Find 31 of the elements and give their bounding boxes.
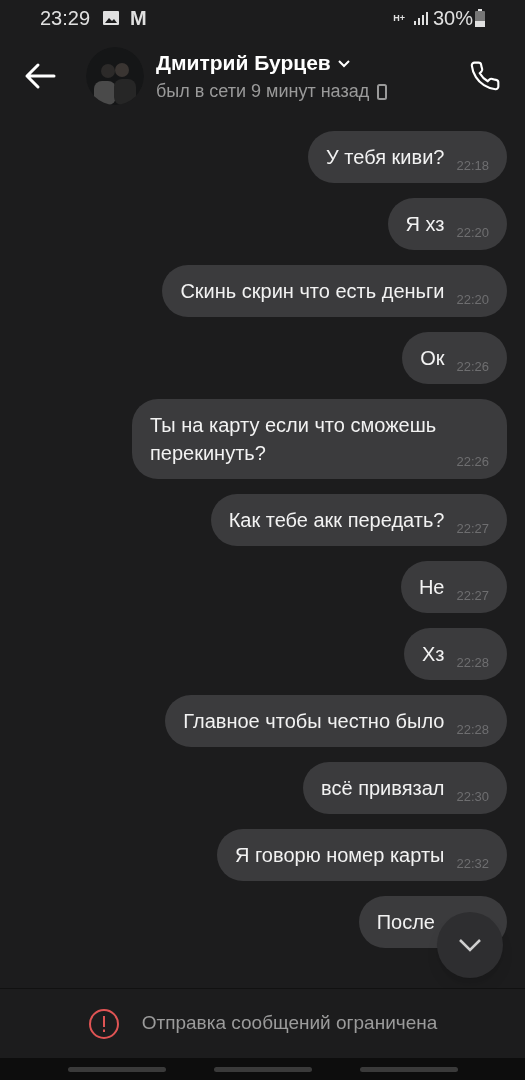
phone-device-icon bbox=[377, 83, 388, 100]
message-text: Ок bbox=[420, 346, 445, 371]
image-icon bbox=[102, 10, 121, 26]
phone-icon[interactable] bbox=[469, 60, 501, 92]
notification-letter: M bbox=[130, 6, 147, 31]
message-text: Я хз bbox=[405, 212, 445, 237]
chevron-down-icon[interactable] bbox=[336, 57, 351, 68]
status-time: 23:29 bbox=[40, 6, 91, 31]
nav-bar-handle[interactable] bbox=[213, 1066, 312, 1072]
battery-percent: 30% bbox=[432, 6, 473, 31]
contact-name[interactable]: Дмитрий Бурцев bbox=[156, 46, 331, 79]
nav-bar-handle[interactable] bbox=[359, 1066, 458, 1072]
message-text: всё привязал bbox=[321, 776, 445, 801]
chevron-down-icon bbox=[458, 938, 482, 952]
message-text: После bbox=[376, 910, 435, 935]
battery-icon bbox=[475, 9, 485, 27]
nav-bar-handle[interactable] bbox=[67, 1066, 166, 1072]
last-seen-status: был в сети 9 минут назад bbox=[156, 80, 370, 104]
warning-icon bbox=[87, 1007, 120, 1040]
message-text: У тебя киви? bbox=[326, 145, 445, 170]
message-text: Не bbox=[418, 575, 445, 600]
signal-icon bbox=[412, 11, 429, 25]
back-icon[interactable] bbox=[24, 62, 56, 90]
message-text: Главное чтобы честно было bbox=[183, 709, 445, 734]
restriction-notice: Отправка сообщений ограничена bbox=[141, 1011, 438, 1036]
message-text: Хз bbox=[421, 642, 445, 667]
message-text: Ты на карту если что сможешь перекинуть? bbox=[150, 413, 438, 466]
message-text: Скинь скрин что есть деньги bbox=[180, 279, 445, 304]
message-text: Как тебе акк передать? bbox=[228, 508, 445, 533]
network-type: H+ bbox=[393, 13, 405, 23]
message-text: Я говорю номер карты bbox=[235, 843, 445, 868]
